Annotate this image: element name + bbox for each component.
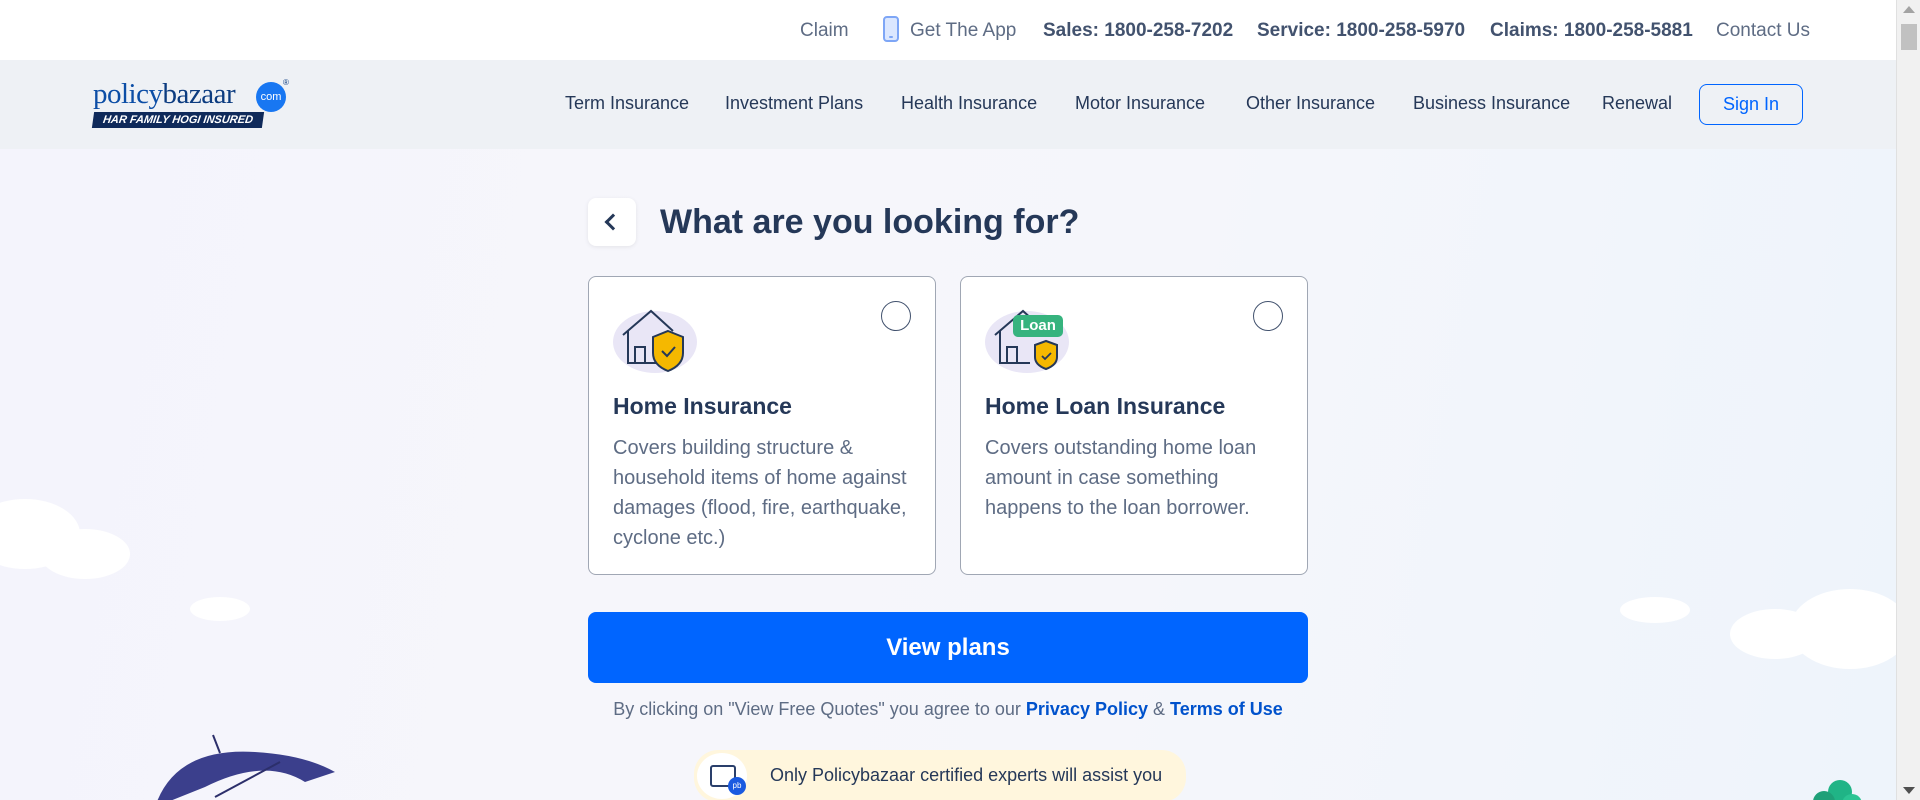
nav-renewal[interactable]: Renewal bbox=[1602, 92, 1672, 114]
nav-term-insurance[interactable]: Term Insurance bbox=[565, 92, 689, 114]
home-loan-insurance-radio[interactable] bbox=[1253, 301, 1283, 331]
scroll-down-arrow-icon[interactable] bbox=[1903, 787, 1915, 794]
consent-text: By clicking on "View Free Quotes" you ag… bbox=[588, 699, 1308, 720]
umbrella-illustration bbox=[157, 734, 335, 800]
certified-experts-banner: pb Only Policybazaar certified experts w… bbox=[694, 750, 1186, 800]
service-label: Service: bbox=[1257, 20, 1331, 41]
sales-label: Sales: bbox=[1043, 20, 1099, 41]
terms-of-use-link[interactable]: Terms of Use bbox=[1170, 699, 1283, 719]
view-plans-button[interactable]: View plans bbox=[588, 612, 1308, 683]
top-utility-bar: Claim Get The App Sales: 1800-258-7202 S… bbox=[0, 0, 1896, 60]
policybazaar-logo[interactable]: policybazaar com ® HAR FAMILY HOGI INSUR… bbox=[91, 78, 293, 138]
consent-prefix: By clicking on "View Free Quotes" you ag… bbox=[613, 699, 1021, 719]
scroll-up-arrow-icon[interactable] bbox=[1903, 6, 1915, 13]
claim-link[interactable]: Claim bbox=[800, 20, 849, 42]
vertical-scrollbar[interactable] bbox=[1896, 0, 1920, 800]
service-number: 1800-258-5970 bbox=[1336, 20, 1466, 41]
sales-phone[interactable]: Sales: 1800-258-7202 bbox=[1043, 20, 1233, 42]
cloud-decoration bbox=[190, 597, 250, 621]
consent-ampersand: & bbox=[1153, 699, 1166, 719]
chevron-left-icon bbox=[604, 213, 622, 231]
service-phone[interactable]: Service: 1800-258-5970 bbox=[1257, 20, 1465, 42]
claims-label: Claims: bbox=[1490, 20, 1559, 41]
logo-registered-mark: ® bbox=[283, 78, 289, 87]
card-description: Covers building structure & household it… bbox=[613, 437, 907, 549]
contact-us-link[interactable]: Contact Us bbox=[1716, 20, 1810, 42]
home-insurance-card[interactable]: Home Insurance Covers building structure… bbox=[588, 276, 936, 575]
house-loan-shield-icon: Loan bbox=[985, 301, 1069, 373]
nav-health-insurance[interactable]: Health Insurance bbox=[901, 92, 1037, 114]
card-title: Home Insurance bbox=[613, 393, 792, 419]
sign-in-button[interactable]: Sign In bbox=[1699, 84, 1803, 125]
get-app-link[interactable]: Get The App bbox=[910, 20, 1016, 42]
nav-investment-plans[interactable]: Investment Plans bbox=[725, 92, 863, 114]
back-button[interactable] bbox=[588, 198, 636, 246]
cloud-decoration bbox=[1790, 589, 1896, 669]
sales-number: 1800-258-7202 bbox=[1104, 20, 1234, 41]
logo-com-badge: com bbox=[256, 82, 286, 112]
nav-business-insurance[interactable]: Business Insurance bbox=[1413, 92, 1570, 114]
home-insurance-radio[interactable] bbox=[881, 301, 911, 331]
cloud-decoration bbox=[1620, 597, 1690, 623]
logo-wordmark: policybazaar bbox=[93, 78, 236, 111]
card-description: Covers outstanding home loan amount in c… bbox=[985, 437, 1257, 519]
nav-other-insurance[interactable]: Other Insurance bbox=[1246, 92, 1375, 114]
logo-brand-b: bazaar bbox=[162, 78, 236, 110]
main-content: What are you looking for? Home Insurance… bbox=[0, 149, 1896, 800]
certified-experts-text: Only Policybazaar certified experts will… bbox=[770, 765, 1163, 785]
cloud-decoration bbox=[40, 529, 130, 579]
mobile-phone-icon bbox=[883, 16, 899, 42]
logo-tagline: HAR FAMILY HOGI INSURED bbox=[91, 112, 265, 128]
logo-brand-a: policy bbox=[93, 78, 163, 110]
green-balloons-illustration bbox=[1813, 780, 1862, 800]
house-shield-icon-graphic bbox=[622, 309, 684, 373]
home-loan-insurance-card[interactable]: Loan Home Loan Insurance Covers outstand… bbox=[960, 276, 1308, 575]
house-loan-icon-graphic bbox=[994, 309, 1063, 371]
scroll-thumb[interactable] bbox=[1901, 24, 1917, 50]
page-title: What are you looking for? bbox=[660, 203, 1080, 241]
house-shield-icon bbox=[613, 301, 697, 373]
loan-badge: Loan bbox=[1020, 317, 1056, 334]
card-title: Home Loan Insurance bbox=[985, 393, 1226, 419]
claims-number: 1800-258-5881 bbox=[1563, 20, 1693, 41]
nav-motor-insurance[interactable]: Motor Insurance bbox=[1075, 92, 1205, 114]
pb-badge-icon: pb bbox=[728, 777, 746, 795]
certificate-icon: pb bbox=[694, 750, 750, 800]
privacy-policy-link[interactable]: Privacy Policy bbox=[1026, 699, 1148, 719]
claims-phone[interactable]: Claims: 1800-258-5881 bbox=[1490, 20, 1693, 42]
main-header: policybazaar com ® HAR FAMILY HOGI INSUR… bbox=[0, 60, 1896, 149]
